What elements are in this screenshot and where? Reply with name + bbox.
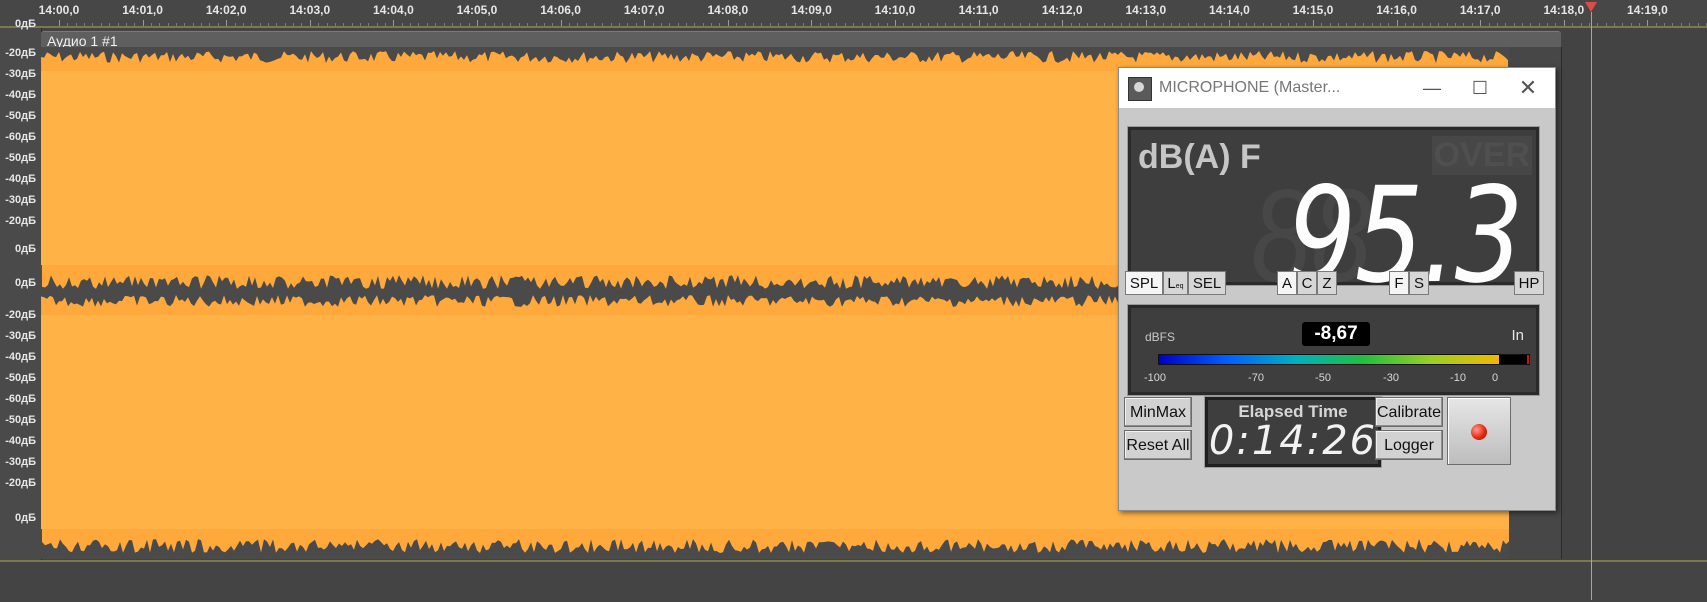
db-scale-label: -40дБ — [5, 173, 36, 185]
weighting-mode-label: dB(A) F — [1138, 138, 1261, 176]
level-bar-fill — [1159, 355, 1500, 364]
timeline-tick-label: 14:07,0 — [623, 3, 665, 17]
dbfs-unit-label: dBFS — [1145, 330, 1176, 344]
timeline-tick-label: 14:10,0 — [874, 3, 916, 17]
db-scale-label: -30дБ — [5, 194, 36, 206]
db-scale-label: -20дБ — [5, 477, 36, 489]
hp-button[interactable]: HP — [1514, 271, 1544, 295]
timeline-tick-label: 14:16,0 — [1376, 3, 1417, 17]
db-scale-label: 0дБ — [14, 18, 36, 30]
slow-response-button[interactable]: S — [1409, 271, 1429, 295]
level-bar — [1158, 354, 1530, 365]
db-scale-label: -30дБ — [5, 330, 36, 342]
elapsed-time-display: Elapsed Time 0:14:26 — [1204, 396, 1382, 468]
db-scale-label: 0дБ — [14, 512, 36, 524]
ruler-divider — [0, 26, 1707, 28]
empty-track-area[interactable] — [0, 560, 1707, 602]
level-scale-label: 0 — [1491, 372, 1499, 384]
level-scale-label: -30 — [1383, 372, 1399, 384]
leq-subscript: eq — [1175, 283, 1184, 290]
db-scale-label: -50дБ — [5, 110, 36, 122]
db-scale-label: -50дБ — [5, 152, 36, 164]
db-scale-label: -50дБ — [5, 414, 36, 426]
db-scale-label: -60дБ — [5, 131, 36, 143]
a-weighting-button[interactable]: A — [1277, 271, 1297, 295]
playhead-marker[interactable] — [1585, 2, 1597, 12]
timeline-tick-label: 14:15,0 — [1292, 3, 1334, 17]
db-scale-label: -20дБ — [5, 47, 36, 59]
fast-response-button[interactable]: F — [1389, 271, 1409, 295]
input-label: In — [1511, 327, 1524, 344]
timeline-tick-label: 14:14,0 — [1209, 3, 1250, 17]
timeline-tick-label: 14:12,0 — [1041, 3, 1083, 17]
minimize-button[interactable]: — — [1409, 72, 1455, 104]
level-display: dBFS -8,67 In -100 -70 -50 -30 -10 0 — [1127, 304, 1540, 396]
leq-button[interactable]: Leq — [1163, 271, 1188, 295]
window-title: MICROPHONE (Master... — [1159, 79, 1341, 96]
logger-button[interactable]: Logger — [1375, 430, 1443, 460]
calibrate-button[interactable]: Calibrate — [1375, 397, 1443, 427]
record-led-icon — [1471, 424, 1487, 440]
app-icon — [1128, 77, 1152, 101]
timeline-tick-label: 14:17,0 — [1459, 3, 1501, 17]
timeline-tick-label: 14:03,0 — [289, 3, 331, 17]
window-titlebar[interactable]: MICROPHONE (Master... — ☐ ✕ — [1119, 68, 1555, 108]
level-scale-label: -100 — [1143, 372, 1167, 384]
level-scale-label: -70 — [1248, 372, 1264, 384]
db-scale-label: -60дБ — [5, 393, 36, 405]
record-button[interactable] — [1447, 397, 1511, 465]
db-scale-label: 0дБ — [14, 243, 36, 255]
close-button[interactable]: ✕ — [1505, 72, 1551, 104]
timeline-tick-label: 14:13,0 — [1125, 3, 1167, 17]
z-weighting-button[interactable]: Z — [1317, 271, 1337, 295]
db-scale-label: -30дБ — [5, 456, 36, 468]
timeline-tick-label: 14:11,0 — [958, 3, 999, 17]
maximize-button[interactable]: ☐ — [1457, 72, 1503, 104]
db-scale: 0дБ -20дБ -30дБ -40дБ -50дБ -60дБ -50дБ -40дБ -3… — [0, 18, 42, 561]
db-scale-label: -40дБ — [5, 89, 36, 101]
timeline-tick-label: 14:06,0 — [540, 3, 581, 17]
spl-button[interactable]: SPL — [1125, 271, 1163, 295]
timeline-tick-label: 14:04,0 — [373, 3, 414, 17]
elapsed-time-value: 0:14:26 — [1208, 418, 1378, 464]
reset-all-button[interactable]: Reset All — [1124, 430, 1192, 460]
level-scale-label: -50 — [1315, 372, 1331, 384]
minmax-button[interactable]: MinMax — [1124, 397, 1192, 427]
db-scale-label: -20дБ — [5, 309, 36, 321]
timeline-tick-label: 14:02,0 — [205, 3, 247, 17]
db-scale-label: -40дБ — [5, 351, 36, 363]
timeline-tick-label: 14:01,0 — [122, 3, 163, 17]
timeline-ruler[interactable]: 14:00,0 14:01,0 14:02,0 14:03,0 14:04,0 14:05… — [0, 0, 1707, 27]
timeline-tick-label: 14:05,0 — [456, 3, 498, 17]
level-scale-label: -10 — [1450, 372, 1466, 384]
timeline-tick-label: 14:08,0 — [707, 3, 749, 17]
level-peak-marker — [1527, 355, 1529, 364]
track-header[interactable]: Аудио 1 #1 — [41, 31, 1561, 49]
db-scale-label: 0дБ — [14, 277, 36, 289]
timeline-tick-label: 14:19,0 — [1627, 3, 1668, 17]
leq-label: L — [1167, 275, 1176, 292]
db-scale-label: -50дБ — [5, 372, 36, 384]
dbfs-value: -8,67 — [1302, 322, 1370, 346]
timeline-tick-label: 14:18,0 — [1543, 3, 1585, 17]
main-display: dB(A) F OVER 88 95.3 — [1127, 126, 1540, 302]
db-scale-label: -30дБ — [5, 68, 36, 80]
sel-button[interactable]: SEL — [1188, 271, 1226, 295]
db-scale-label: -20дБ — [5, 215, 36, 227]
timeline-tick-label: 14:00,0 — [38, 3, 80, 17]
c-weighting-button[interactable]: C — [1297, 271, 1317, 295]
playhead-line — [1591, 12, 1592, 600]
db-scale-label: -40дБ — [5, 435, 36, 447]
timeline-tick-label: 14:09,0 — [791, 3, 832, 17]
sound-meter-window[interactable]: MICROPHONE (Master... — ☐ ✕ dB(A) F OVER… — [1118, 67, 1556, 511]
